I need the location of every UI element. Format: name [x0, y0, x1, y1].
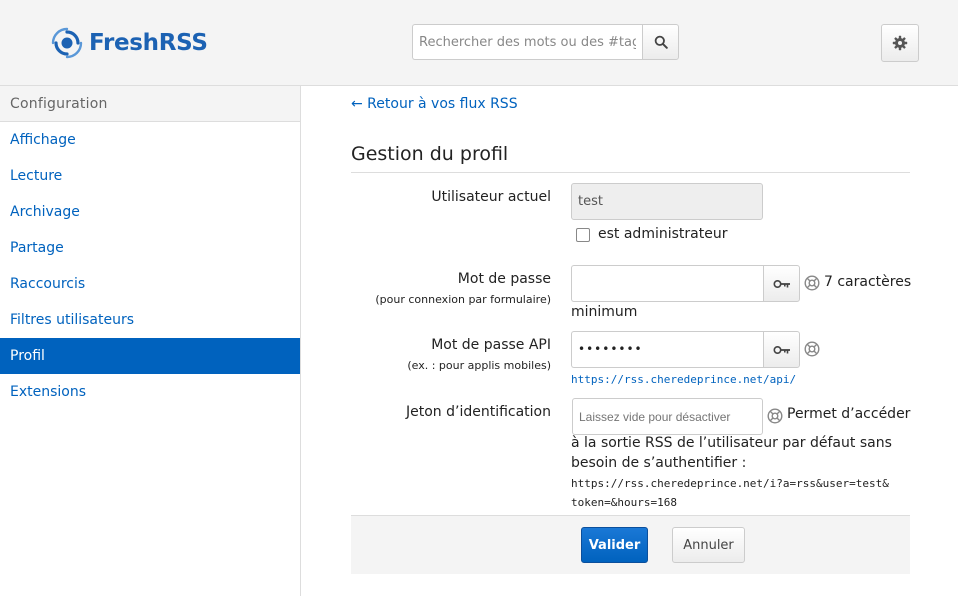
token-label: Jeton d’identification — [405, 404, 551, 420]
token-help-text: Permet d’accéder — [787, 406, 911, 422]
title-divider — [351, 172, 910, 173]
current-user-field: test — [571, 183, 763, 220]
api-password-sublabel: (ex. : pour applis mobiles) — [407, 359, 551, 372]
header: FreshRSS — [0, 0, 958, 86]
token-input[interactable] — [572, 398, 763, 435]
token-rss-url-line2: token=&hours=168 — [571, 496, 677, 509]
sidebar-item-profil[interactable]: Profil — [0, 338, 300, 374]
search-button[interactable] — [642, 24, 679, 60]
back-to-feeds-link[interactable]: ← Retour à vos flux RSS — [351, 96, 518, 112]
logo[interactable]: FreshRSS — [50, 26, 208, 60]
cancel-button[interactable]: Annuler — [672, 527, 745, 563]
api-password-input[interactable]: •••••••• — [571, 331, 764, 368]
logo-text: FreshRSS — [89, 30, 208, 56]
sidebar: Configuration Affichage Lecture Archivag… — [0, 86, 301, 596]
password-sublabel: (pour connexion par formulaire) — [375, 293, 551, 306]
password-label: Mot de passe (pour connexion par formula… — [301, 271, 551, 306]
sidebar-item-archivage[interactable]: Archivage — [0, 194, 300, 230]
api-password-show-button[interactable] — [763, 331, 800, 368]
admin-checkbox[interactable] — [576, 228, 590, 242]
search-icon — [654, 35, 668, 49]
sidebar-title: Configuration — [0, 86, 300, 122]
sidebar-item-extensions[interactable]: Extensions — [0, 374, 300, 410]
sidebar-item-lecture[interactable]: Lecture — [0, 158, 300, 194]
password-show-button[interactable] — [763, 265, 800, 302]
settings-button[interactable] — [881, 24, 919, 62]
password-label-text: Mot de passe — [457, 271, 551, 287]
key-icon — [772, 345, 790, 354]
api-password-label: Mot de passe API (ex. : pour applis mobi… — [301, 337, 551, 372]
password-input[interactable] — [571, 265, 764, 302]
api-url-link[interactable]: https://rss.cheredeprince.net/api/ — [571, 373, 796, 386]
current-user-label: Utilisateur actuel — [431, 189, 551, 205]
help-icon — [767, 408, 783, 424]
key-icon — [772, 279, 790, 288]
page-title: Gestion du profil — [351, 143, 509, 165]
sidebar-item-filtres-utilisateurs[interactable]: Filtres utilisateurs — [0, 302, 300, 338]
sidebar-item-affichage[interactable]: Affichage — [0, 122, 300, 158]
freshrss-logo-icon — [51, 27, 83, 59]
token-help-text-3: besoin de s’authentifier : — [571, 455, 747, 471]
token-rss-url-line1: https://rss.cheredeprince.net/i?a=rss&us… — [571, 477, 889, 490]
main-content: ← Retour à vos flux RSS Gestion du profi… — [301, 86, 958, 596]
sidebar-item-partage[interactable]: Partage — [0, 230, 300, 266]
search-input[interactable] — [412, 24, 642, 60]
form-actions: Valider Annuler — [351, 515, 910, 574]
help-icon — [804, 275, 820, 291]
token-help-text-2: à la sortie RSS de l’utilisateur par déf… — [571, 435, 892, 451]
help-icon — [804, 341, 820, 357]
api-password-label-text: Mot de passe API — [431, 337, 551, 353]
search-bar — [412, 24, 679, 60]
password-help-text: 7 caractères — [824, 274, 912, 290]
gear-icon — [892, 35, 908, 51]
admin-checkbox-label[interactable]: est administrateur — [598, 226, 727, 242]
password-help-text-continued: minimum — [571, 304, 638, 320]
sidebar-item-raccourcis[interactable]: Raccourcis — [0, 266, 300, 302]
submit-button[interactable]: Valider — [581, 527, 648, 563]
